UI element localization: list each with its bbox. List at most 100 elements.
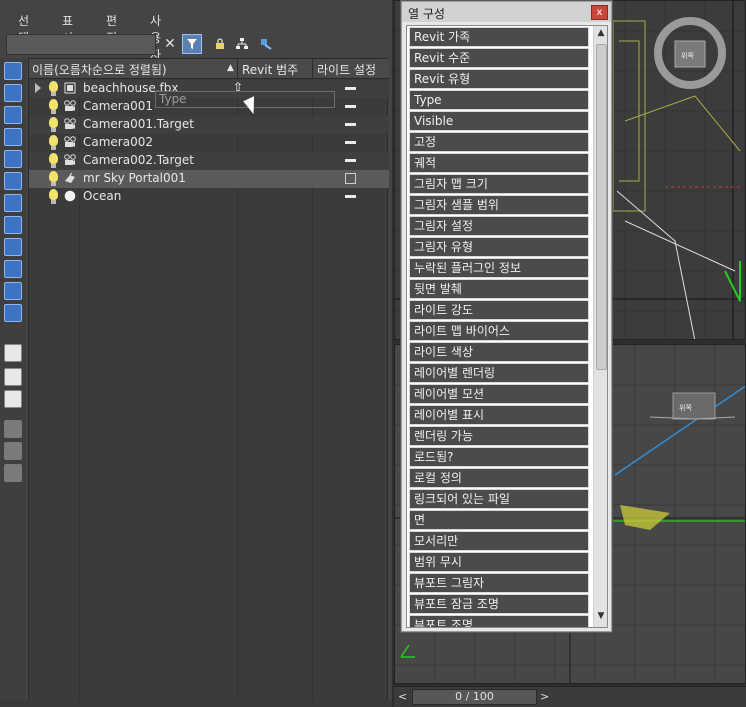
column-divider[interactable] — [237, 59, 238, 79]
column-option-item[interactable]: Visible — [409, 111, 589, 131]
scrollbar-thumb[interactable] — [596, 44, 607, 370]
scroll-up-icon[interactable]: ▲ — [594, 28, 607, 42]
column-option-item[interactable]: 그림자 유형 — [409, 237, 589, 257]
previous-frame-button[interactable]: < — [398, 690, 412, 705]
column-option-item[interactable]: 궤적 — [409, 153, 589, 173]
filter-settings-icon[interactable] — [4, 442, 22, 460]
column-option-item[interactable]: 뷰포트 조명 — [409, 615, 589, 627]
light-setting-dash[interactable] — [345, 141, 356, 144]
column-option-item[interactable]: Revit 유형 — [409, 69, 589, 89]
column-option-item[interactable]: 라이트 맵 바이어스 — [409, 321, 589, 341]
light-bulb-icon[interactable] — [49, 171, 58, 186]
explorer-toolbar: ✕ — [6, 32, 286, 56]
light-bulb-icon[interactable] — [49, 117, 58, 132]
frame-counter[interactable]: 0 / 100 — [412, 689, 537, 705]
light-setting-checkbox[interactable] — [345, 173, 356, 184]
column-option-item[interactable]: 라이트 색상 — [409, 342, 589, 362]
object-name[interactable]: Ocean — [83, 189, 121, 203]
column-option-item[interactable]: 로드됨? — [409, 447, 589, 467]
list-page-icon[interactable] — [4, 390, 22, 408]
camera-icon — [64, 118, 76, 129]
lights-filter-icon[interactable] — [4, 128, 22, 146]
light-setting-dash[interactable] — [345, 195, 356, 198]
object-name[interactable]: Camera001.Target — [83, 117, 194, 131]
light-bulb-icon[interactable] — [49, 81, 58, 96]
light-bulb-icon[interactable] — [49, 189, 58, 204]
column-option-item[interactable]: 로컬 정의 — [409, 468, 589, 488]
column-option-item[interactable]: 링크되어 있는 파일 — [409, 489, 589, 509]
containers-filter-icon[interactable] — [4, 282, 22, 300]
shapes-filter-icon[interactable] — [4, 106, 22, 124]
list-item[interactable]: Camera002 — [29, 134, 389, 152]
column-option-item[interactable]: 뒷면 발췌 — [409, 279, 589, 299]
clear-search-icon[interactable]: ✕ — [160, 34, 180, 54]
column-option-item[interactable]: 그림자 설정 — [409, 216, 589, 236]
column-option-item[interactable]: Revit 수준 — [409, 48, 589, 68]
sync-selection-icon[interactable] — [256, 34, 276, 54]
column-divider[interactable] — [312, 59, 313, 79]
column-revit-category-header[interactable]: Revit 범주 — [242, 61, 298, 78]
hierarchy-icon[interactable] — [232, 34, 252, 54]
cameras-filter-icon[interactable] — [4, 150, 22, 168]
column-name-header[interactable]: 이름(오름차순으로 정렬됨) — [32, 61, 167, 78]
column-option-item[interactable]: 누락된 플러그인 정보 — [409, 258, 589, 278]
object-name[interactable]: Camera002.Target — [83, 153, 194, 167]
vertical-scrollbar[interactable]: ▲ ▼ — [593, 26, 607, 627]
next-frame-button[interactable]: > — [540, 690, 554, 705]
blank-page-icon[interactable] — [4, 368, 22, 386]
list-item[interactable]: Camera002.Target — [29, 152, 389, 170]
column-option-item[interactable]: Revit 가족 — [409, 27, 589, 47]
funnel-icon[interactable] — [4, 420, 22, 438]
helpers-filter-icon[interactable] — [4, 194, 22, 212]
light-setting-dash[interactable] — [345, 123, 356, 126]
viewcube-label: 위쪽 — [681, 52, 694, 60]
column-option-item[interactable]: 레이어별 표시 — [409, 405, 589, 425]
light-bulb-icon[interactable] — [49, 135, 58, 150]
search-input[interactable] — [6, 34, 156, 55]
document-icon[interactable] — [4, 344, 22, 362]
camera-icon — [64, 154, 76, 165]
dialog-title: 열 구성 — [408, 7, 445, 21]
object-name[interactable]: Camera002 — [83, 135, 153, 149]
column-option-item[interactable]: 면 — [409, 510, 589, 530]
column-option-item[interactable]: 레이어별 모션 — [409, 384, 589, 404]
container-icon — [64, 82, 76, 94]
filter-toggle-icon[interactable] — [182, 34, 202, 54]
column-option-item[interactable]: 뷰포트 잠금 조명 — [409, 594, 589, 614]
column-option-item[interactable]: 레이어별 렌더링 — [409, 363, 589, 383]
light-bulb-icon[interactable] — [49, 99, 58, 114]
column-option-item[interactable]: 범위 무시 — [409, 552, 589, 572]
display-all-icon[interactable] — [4, 62, 22, 80]
geometry-filter-icon[interactable] — [4, 84, 22, 102]
column-option-item[interactable]: 뷰포트 그림자 — [409, 573, 589, 593]
close-button[interactable]: x — [591, 5, 608, 20]
light-setting-dash[interactable] — [345, 105, 356, 108]
column-option-item[interactable]: 렌더링 가능 — [409, 426, 589, 446]
light-setting-dash[interactable] — [345, 87, 356, 90]
groups-filter-icon[interactable] — [4, 216, 22, 234]
light-bulb-icon[interactable] — [49, 153, 58, 168]
spacewarps-filter-icon[interactable] — [4, 172, 22, 190]
expand-arrow-icon[interactable] — [35, 83, 41, 93]
list-item[interactable]: Ocean — [29, 188, 389, 206]
panel-icon[interactable] — [4, 464, 22, 482]
column-option-item[interactable]: 라이트 강도 — [409, 300, 589, 320]
light-setting-dash[interactable] — [345, 159, 356, 162]
dialog-title-bar[interactable]: 열 구성 x — [402, 2, 611, 22]
column-option-item[interactable]: 모서리만 — [409, 531, 589, 551]
column-option-item[interactable]: 고정 — [409, 132, 589, 152]
scroll-down-icon[interactable]: ▼ — [594, 611, 607, 625]
xrefs-filter-icon[interactable] — [4, 238, 22, 256]
column-option-item[interactable]: Type — [409, 90, 589, 110]
lock-icon[interactable] — [210, 34, 230, 54]
object-name[interactable]: Camera001 — [83, 99, 153, 113]
list-item[interactable]: mr Sky Portal001 — [29, 170, 389, 188]
object-name[interactable]: mr Sky Portal001 — [83, 171, 186, 185]
column-light-setting-header[interactable]: 라이트 설정 — [317, 61, 376, 78]
time-slider[interactable]: < 0 / 100 > — [394, 686, 746, 707]
list-item[interactable]: Camera001.Target — [29, 116, 389, 134]
column-option-item[interactable]: 그림자 샘플 범위 — [409, 195, 589, 215]
column-option-item[interactable]: 그림자 맵 크기 — [409, 174, 589, 194]
bones-filter-icon[interactable] — [4, 260, 22, 278]
frozen-filter-icon[interactable] — [4, 304, 22, 322]
